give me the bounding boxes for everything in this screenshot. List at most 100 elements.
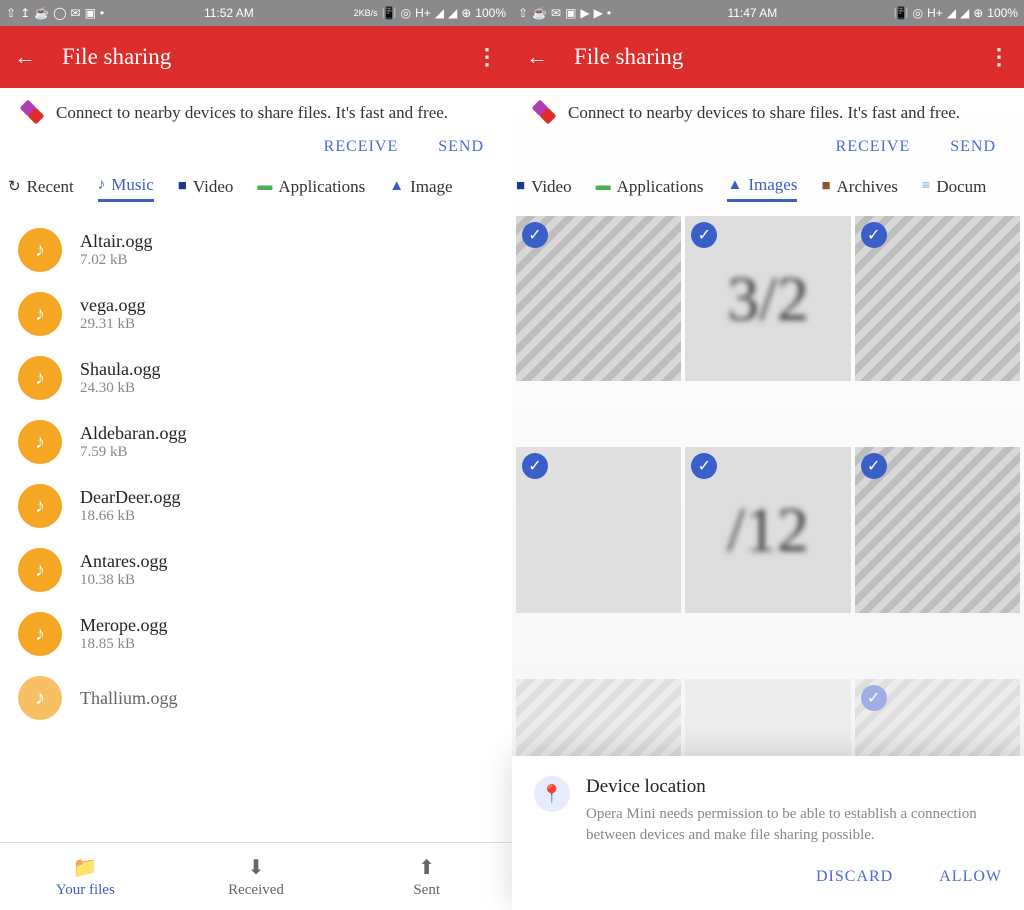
overflow-menu-button[interactable]: ⋮ xyxy=(988,44,1010,70)
file-size: 24.30 kB xyxy=(80,380,161,397)
tab-label: Video xyxy=(531,177,572,197)
tab-applications[interactable]: Applications xyxy=(257,177,365,201)
share-banner: Connect to nearby devices to share files… xyxy=(512,88,1024,132)
file-item[interactable]: ♪ Shaula.ogg24.30 kB xyxy=(0,346,512,410)
tab-archives[interactable]: Archives xyxy=(821,177,897,201)
nav-sent[interactable]: ⬆ Sent xyxy=(341,843,512,910)
back-button[interactable]: ← xyxy=(14,44,36,70)
send-button[interactable]: SEND xyxy=(438,138,484,156)
music-file-icon: ♪ xyxy=(18,420,62,464)
tab-label: Docum xyxy=(936,177,986,197)
tab-applications[interactable]: Applications xyxy=(596,177,704,201)
music-file-icon: ♪ xyxy=(18,356,62,400)
tab-label: Image xyxy=(410,177,452,197)
signal-icon: ◢ xyxy=(448,6,457,20)
file-name: Altair.ogg xyxy=(80,231,153,252)
music-file-icon: ♪ xyxy=(18,292,62,336)
sync-icon: ◎ xyxy=(913,6,923,20)
file-list: ♪ Altair.ogg7.02 kB ♪ vega.ogg29.31 kB ♪… xyxy=(0,212,512,842)
signal-icon: ◢ xyxy=(960,6,969,20)
check-icon: ✓ xyxy=(861,685,887,711)
status-bar: ⇧ ☕ ✉ ▣ ▶ ▶ • 11:47 AM 📳 ◎ H+ ◢ ◢ ⊕ 100% xyxy=(512,0,1024,26)
check-icon: ✓ xyxy=(861,222,887,248)
file-name: DearDeer.ogg xyxy=(80,487,180,508)
tab-documents[interactable]: Docum xyxy=(922,177,987,201)
images-icon xyxy=(389,178,404,195)
file-item[interactable]: ♪ DearDeer.ogg18.66 kB xyxy=(0,474,512,538)
app-title: File sharing xyxy=(574,44,988,70)
receive-button[interactable]: RECEIVE xyxy=(836,138,911,156)
tab-music[interactable]: Music xyxy=(98,175,154,202)
dialog-body: Opera Mini needs permission to be able t… xyxy=(586,804,1002,846)
file-item[interactable]: ♪ Antares.ogg10.38 kB xyxy=(0,538,512,602)
file-name: vega.ogg xyxy=(80,295,145,316)
status-icon: ▶ xyxy=(580,6,589,20)
image-thumbnail[interactable]: /12✓ xyxy=(685,447,850,612)
share-icon xyxy=(530,102,554,126)
file-name: Shaula.ogg xyxy=(80,359,161,380)
image-thumbnail[interactable]: ✓ xyxy=(516,216,681,381)
tab-images[interactable]: Images xyxy=(727,175,797,202)
music-icon xyxy=(98,177,106,194)
status-icon: ↥ xyxy=(20,6,30,20)
file-item[interactable]: ♪ Merope.ogg18.85 kB xyxy=(0,602,512,666)
screen-left: ⇧ ↥ ☕ ◯ ✉ ▣ • 11:52 AM 2KB/s 📳 ◎ H+ ◢ ◢ … xyxy=(0,0,512,910)
image-thumbnail[interactable]: ✓ xyxy=(855,216,1020,381)
file-item[interactable]: ♪ Thallium.ogg xyxy=(0,666,512,730)
status-icon: ☕ xyxy=(34,6,49,20)
folder-icon: 📁 xyxy=(73,855,98,880)
tab-label: Music xyxy=(111,175,154,195)
app-bar: ← File sharing ⋮ xyxy=(0,26,512,88)
location-icon: 📍 xyxy=(534,776,570,812)
screen-right: ⇧ ☕ ✉ ▣ ▶ ▶ • 11:47 AM 📳 ◎ H+ ◢ ◢ ⊕ 100%… xyxy=(512,0,1024,910)
recent-icon xyxy=(8,177,21,196)
status-battery: 100% xyxy=(987,6,1018,20)
bottom-nav: 📁 Your files ⬇ Received ⬆ Sent xyxy=(0,842,512,910)
status-time: 11:52 AM xyxy=(204,6,254,20)
nav-your-files[interactable]: 📁 Your files xyxy=(0,843,171,910)
file-name: Aldebaran.ogg xyxy=(80,423,186,444)
tab-images[interactable]: Image xyxy=(389,177,452,201)
file-item[interactable]: ♪ Aldebaran.ogg7.59 kB xyxy=(0,410,512,474)
tab-video[interactable]: Video xyxy=(516,177,572,201)
file-size: 10.38 kB xyxy=(80,572,167,589)
file-item[interactable]: ♪ Altair.ogg7.02 kB xyxy=(0,218,512,282)
app-title: File sharing xyxy=(62,44,476,70)
receive-button[interactable]: RECEIVE xyxy=(324,138,399,156)
vibrate-icon: 📳 xyxy=(382,6,397,20)
tab-recent[interactable]: Recent xyxy=(8,177,74,201)
status-icon: ✉ xyxy=(71,6,81,20)
discard-button[interactable]: DISCARD xyxy=(816,868,893,886)
image-thumbnail[interactable]: ✓ xyxy=(855,447,1020,612)
file-item[interactable]: ♪ vega.ogg29.31 kB xyxy=(0,282,512,346)
music-file-icon: ♪ xyxy=(18,484,62,528)
app-bar: ← File sharing ⋮ xyxy=(512,26,1024,88)
status-icon: ◯ xyxy=(53,6,66,20)
status-time: 11:47 AM xyxy=(727,6,777,20)
tab-video[interactable]: Video xyxy=(178,177,234,201)
archive-icon xyxy=(821,178,830,195)
image-thumbnail[interactable]: ✓ xyxy=(516,447,681,612)
status-signal: H+ xyxy=(927,6,943,20)
status-icon: ⇧ xyxy=(6,6,16,20)
banner-actions: RECEIVE SEND xyxy=(0,132,512,166)
image-thumbnail[interactable]: 3/2✓ xyxy=(685,216,850,381)
back-button[interactable]: ← xyxy=(526,44,548,70)
battery-circle-icon: ⊕ xyxy=(461,6,471,20)
check-icon: ✓ xyxy=(691,222,717,248)
allow-button[interactable]: ALLOW xyxy=(939,868,1002,886)
sync-icon: ◎ xyxy=(401,6,411,20)
send-button[interactable]: SEND xyxy=(950,138,996,156)
music-file-icon: ♪ xyxy=(18,612,62,656)
tab-label: Video xyxy=(193,177,234,197)
image-label: /12 xyxy=(727,493,809,567)
file-size: 7.02 kB xyxy=(80,252,153,269)
banner-actions: RECEIVE SEND xyxy=(512,132,1024,166)
upload-icon: ⬆ xyxy=(418,855,435,880)
tab-label: Applications xyxy=(278,177,365,197)
apps-icon xyxy=(596,178,611,195)
dialog-title: Device location xyxy=(586,776,1002,798)
overflow-menu-button[interactable]: ⋮ xyxy=(476,44,498,70)
share-icon xyxy=(18,102,42,126)
nav-received[interactable]: ⬇ Received xyxy=(171,843,342,910)
